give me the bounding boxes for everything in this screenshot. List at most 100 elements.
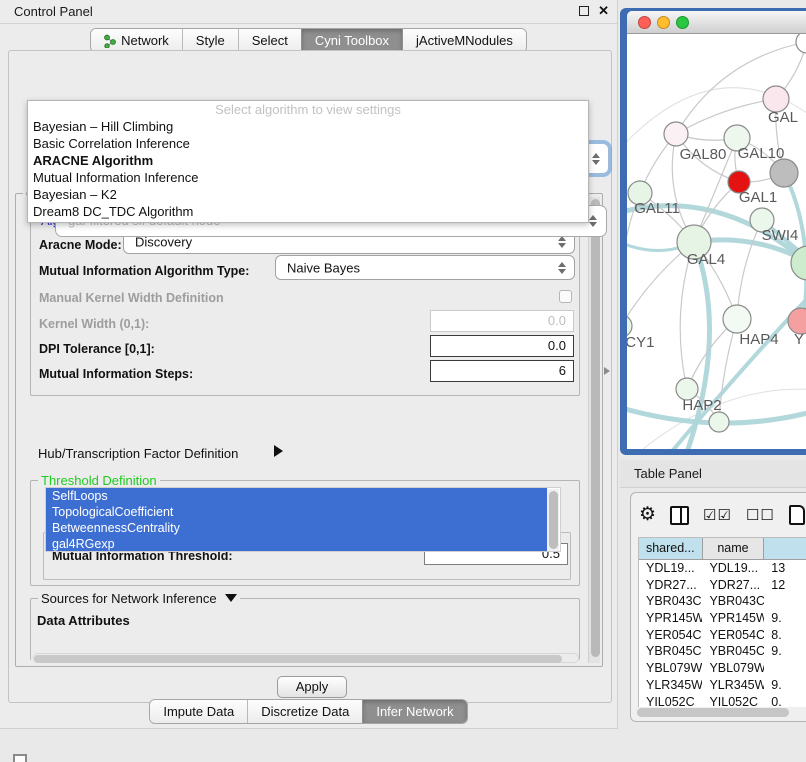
table-cell: 9.	[764, 677, 806, 694]
attribute-item-topologicalcoefficient[interactable]: TopologicalCoefficient	[46, 504, 547, 520]
manual-kernel-checkbox[interactable]	[559, 290, 572, 303]
algorithm-option-aracne-algorithm[interactable]: ARACNE Algorithm	[28, 152, 588, 169]
combo-arrows-icon	[592, 153, 600, 165]
dpi-tolerance-label: DPI Tolerance [0,1]:	[39, 342, 155, 356]
network-node-gal80[interactable]	[664, 122, 688, 146]
cyni-algorithm-settings-group: Cyni Algorithm Settings Algorithm Defini…	[15, 193, 603, 667]
table-row[interactable]: YER054CYER054C8.	[639, 627, 806, 644]
algorithm-option-dream8-dc-tdc-algorithm[interactable]: Dream8 DC_TDC Algorithm	[28, 203, 588, 220]
table-cell: 9.	[764, 610, 806, 627]
network-node-label: Y	[794, 331, 804, 348]
network-canvas[interactable]: GALGAL80GAL10GAL1GAL11SWI4GAL4GCY1HAP4YH…	[627, 34, 806, 449]
columns-icon[interactable]	[670, 506, 689, 525]
tab-jactivemnodules[interactable]: jActiveMNodules	[402, 29, 526, 52]
table-cell: YDR27...	[639, 577, 702, 594]
expand-arrow-icon[interactable]	[274, 445, 283, 457]
table-cell	[764, 593, 806, 610]
attribute-item-betweennesscentrality[interactable]: BetweennessCentrality	[46, 520, 547, 536]
table-cell: YBL079W	[639, 660, 702, 677]
table-row[interactable]: YBL079WYBL079W	[639, 660, 806, 677]
table-row[interactable]: YBR043CYBR043C	[639, 593, 806, 610]
apply-button[interactable]: Apply	[277, 676, 347, 698]
deselect-all-checkboxes-icon[interactable]: ☐☐	[746, 506, 775, 524]
cyni-tab-label: Infer Network	[376, 704, 453, 719]
settings-horizontal-scrollbar[interactable]	[33, 653, 579, 663]
table-cell: YDL19...	[702, 560, 764, 577]
table-row[interactable]: YDL19...YDL19...13	[639, 560, 806, 577]
network-node-label: GAL4	[687, 251, 725, 268]
settings-vertical-scrollbar[interactable]	[588, 197, 600, 663]
panel-splitter-handle[interactable]	[604, 367, 610, 375]
attributes-scrollbar[interactable]	[547, 489, 559, 552]
tab-select[interactable]: Select	[238, 29, 301, 52]
attribute-item-selfloops[interactable]: SelfLoops	[46, 488, 547, 504]
bottom-left-widget[interactable]	[13, 754, 27, 762]
network-node-label: GAL10	[738, 145, 785, 162]
table-toolbar: ⚙ ☑☑ ☐☐	[639, 501, 806, 529]
network-node[interactable]	[796, 34, 806, 53]
aracne-mode-label: Aracne Mode:	[39, 238, 122, 252]
table-row[interactable]: YDR27...YDR27...12	[639, 577, 806, 594]
network-node-hap4[interactable]	[723, 305, 751, 333]
attribute-item-gal4rgexp[interactable]: gal4RGexp	[46, 536, 547, 552]
node-table[interactable]: shared...name YDL19...YDL19...13YDR27...…	[638, 537, 806, 713]
combo-arrows-icon	[558, 262, 566, 274]
table-horizontal-scrollbar[interactable]	[634, 707, 806, 718]
dpi-tolerance-field[interactable]: 0.0	[430, 335, 574, 357]
select-all-checkboxes-icon[interactable]: ☑☑	[703, 506, 732, 524]
sources-group: Sources for Network Inference Data Attri…	[30, 598, 580, 660]
table-cell: YBR043C	[639, 593, 702, 610]
tab-style[interactable]: Style	[182, 29, 238, 52]
float-window-icon[interactable]	[579, 6, 589, 16]
hub-definition-label[interactable]: Hub/Transcription Factor Definition	[38, 446, 238, 461]
tab-cyni-toolbox[interactable]: Cyni Toolbox	[301, 29, 402, 52]
tab-label: Network	[121, 33, 169, 48]
mi-steps-field[interactable]: 6	[430, 360, 574, 382]
table-row[interactable]: YPR145WYPR145W9.	[639, 610, 806, 627]
new-table-icon[interactable]	[789, 505, 805, 525]
cyni-toolbox-panel: gal-filtered sif default node Select alg…	[8, 50, 612, 703]
algorithm-option-bayesian-k2[interactable]: Bayesian – K2	[28, 186, 588, 203]
gear-icon[interactable]: ⚙	[639, 505, 656, 525]
network-node-label: HAP2	[682, 397, 721, 414]
control-panel-title: Control Panel	[0, 4, 93, 19]
mi-algorithm-type-combobox[interactable]: Naive Bayes	[275, 255, 575, 280]
cyni-tab-discretize-data[interactable]: Discretize Data	[247, 700, 362, 723]
mi-steps-label: Mutual Information Steps:	[39, 367, 193, 381]
table-cell: 9.	[764, 643, 806, 660]
minimize-traffic-light[interactable]	[657, 16, 670, 29]
table-cell: YPR145W	[702, 610, 764, 627]
network-node-label: GAL80	[680, 146, 727, 163]
sources-title[interactable]: Sources for Network Inference	[38, 591, 240, 606]
network-node-label: GAL11	[634, 200, 680, 217]
column-header-name[interactable]: name	[703, 538, 765, 559]
table-cell	[764, 660, 806, 677]
cyni-tab-impute-data[interactable]: Impute Data	[150, 700, 247, 723]
algorithm-option-mutual-information-inference[interactable]: Mutual Information Inference	[28, 169, 588, 186]
table-cell: YER054C	[702, 627, 764, 644]
table-cell: YDL19...	[639, 560, 702, 577]
table-row[interactable]: YLR345WYLR345W9.	[639, 677, 806, 694]
threshold-definition-title: Threshold Definition	[38, 473, 160, 488]
close-traffic-light[interactable]	[638, 16, 651, 29]
network-window-titlebar[interactable]	[627, 11, 806, 34]
algorithm-option-basic-correlation-inference[interactable]: Basic Correlation Inference	[28, 135, 588, 152]
close-icon[interactable]: ✕	[598, 5, 609, 17]
algorithm-option-bayesian-hill-climbing[interactable]: Bayesian – Hill Climbing	[28, 118, 588, 135]
kernel-width-field[interactable]: 0.0	[430, 310, 574, 332]
mi-type-value: Naive Bayes	[287, 260, 360, 275]
network-view-window: GALGAL80GAL10GAL1GAL11SWI4GAL4GCY1HAP4YH…	[620, 8, 806, 455]
zoom-traffic-light[interactable]	[676, 16, 689, 29]
column-header-2[interactable]	[764, 538, 806, 559]
network-edge	[676, 99, 776, 134]
table-cell: 12	[764, 577, 806, 594]
tab-network[interactable]: Network	[91, 29, 182, 52]
data-attributes-list[interactable]: SelfLoopsTopologicalCoefficientBetweenne…	[45, 487, 561, 552]
network-node[interactable]	[709, 412, 729, 432]
cyni-tab-infer-network[interactable]: Infer Network	[362, 700, 466, 723]
cyni-bottom-tabbar: Impute DataDiscretize Data Infer Network	[0, 699, 617, 724]
network-node[interactable]	[770, 159, 798, 187]
column-header-shared[interactable]: shared...	[639, 538, 703, 559]
table-row[interactable]: YBR045CYBR045C9.	[639, 643, 806, 660]
network-edge	[737, 220, 762, 319]
